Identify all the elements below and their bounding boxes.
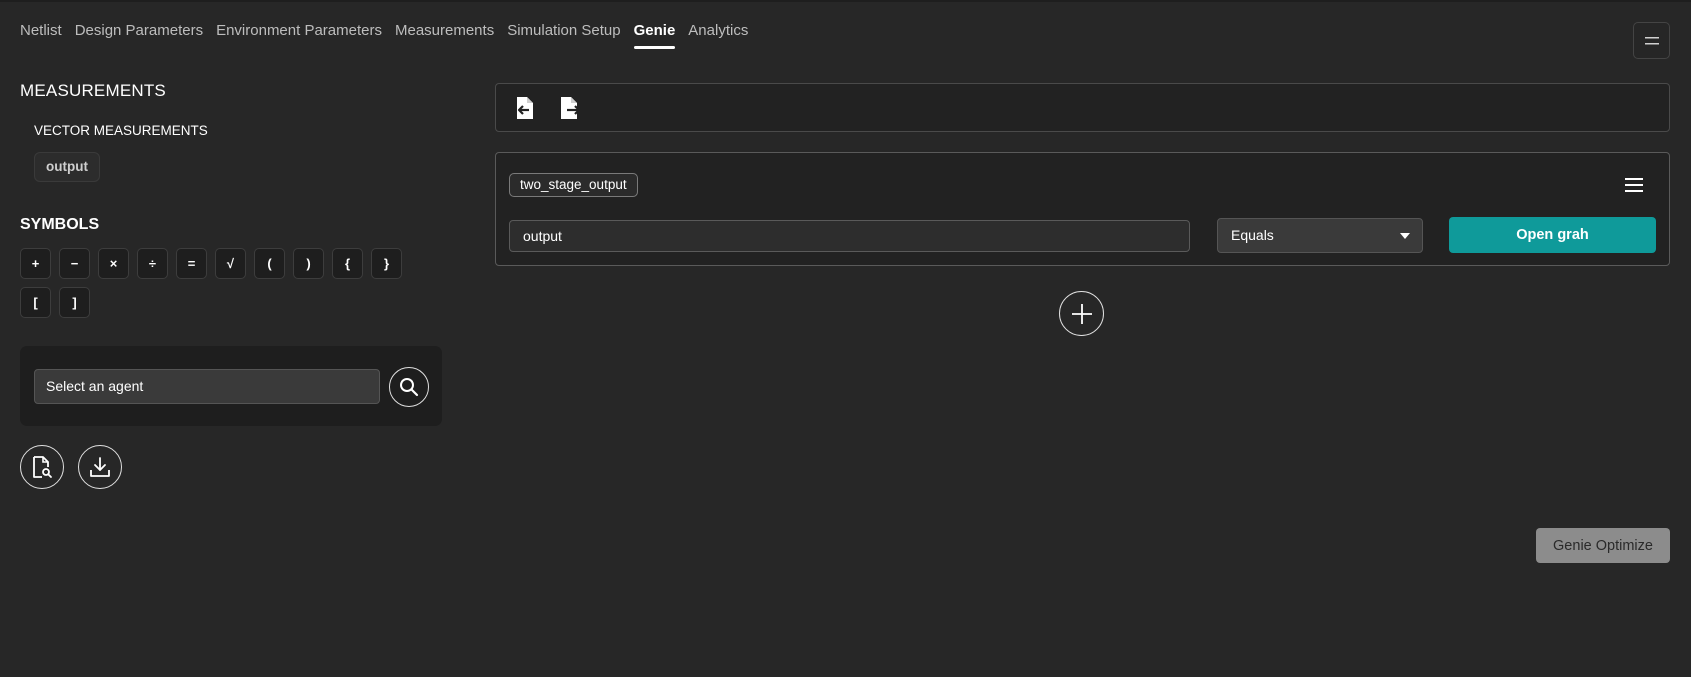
symbol-sqrt-button[interactable]: √: [215, 248, 246, 279]
file-import-icon: [517, 97, 533, 119]
vector-measurement-chip[interactable]: output: [34, 152, 100, 182]
tab-simulation-setup[interactable]: Simulation Setup: [507, 22, 620, 49]
search-icon: [400, 378, 419, 397]
tab-measurements[interactable]: Measurements: [395, 22, 494, 49]
symbol-multiply-button[interactable]: ×: [98, 248, 129, 279]
symbol-close-bracket-button[interactable]: ]: [59, 287, 90, 318]
symbol-open-paren-button[interactable]: (: [254, 248, 285, 279]
symbol-divide-button[interactable]: ÷: [137, 248, 168, 279]
measurements-heading: MEASUREMENTS: [20, 81, 166, 100]
symbol-open-bracket-button[interactable]: [: [20, 287, 51, 318]
symbol-minus-button[interactable]: −: [59, 248, 90, 279]
measurement-card: two_stage_output Equals Open grah: [495, 152, 1670, 266]
genie-optimize-button[interactable]: Genie Optimize: [1536, 528, 1670, 563]
condition-select[interactable]: Equals: [1217, 218, 1423, 253]
vector-measurements-heading: VECTOR MEASUREMENTS: [34, 123, 208, 138]
export-file-button[interactable]: [557, 95, 583, 121]
import-file-button[interactable]: [512, 95, 538, 121]
condition-select-value: Equals: [1231, 227, 1274, 243]
download-button[interactable]: [78, 445, 122, 489]
file-search-button[interactable]: [20, 445, 64, 489]
measurement-name-chip[interactable]: two_stage_output: [509, 173, 638, 197]
main-tabs: Netlist Design Parameters Environment Pa…: [20, 22, 748, 49]
agent-search-button[interactable]: [389, 367, 429, 407]
tab-analytics[interactable]: Analytics: [688, 22, 748, 49]
symbols-heading: SYMBOLS: [20, 216, 100, 233]
file-search-icon: [33, 456, 52, 478]
file-export-icon: [561, 97, 581, 119]
tab-environment-parameters[interactable]: Environment Parameters: [216, 22, 382, 49]
tab-design-parameters[interactable]: Design Parameters: [75, 22, 203, 49]
symbol-close-paren-button[interactable]: ): [293, 248, 324, 279]
symbol-open-brace-button[interactable]: {: [332, 248, 363, 279]
add-measurement-button[interactable]: [1059, 291, 1104, 336]
download-icon: [90, 457, 110, 477]
tab-netlist[interactable]: Netlist: [20, 22, 62, 49]
hamburger-menu-icon: [1625, 178, 1643, 192]
symbol-close-brace-button[interactable]: }: [371, 248, 402, 279]
symbol-plus-button[interactable]: +: [20, 248, 51, 279]
top-border: [0, 0, 1691, 2]
symbols-palette: + − × ÷ = √ ( ) { } [ ]: [20, 248, 440, 318]
agent-select[interactable]: Select an agent: [34, 369, 380, 404]
plus-icon: [1071, 303, 1092, 324]
genie-toolbar: [495, 83, 1670, 132]
card-menu-button[interactable]: [1624, 176, 1646, 196]
symbol-equals-button[interactable]: =: [176, 248, 207, 279]
chevron-down-icon: [1400, 233, 1410, 239]
measurement-expression-input[interactable]: [509, 220, 1190, 252]
panel-toggle-button[interactable]: [1633, 22, 1670, 59]
agent-panel: Select an agent: [20, 346, 442, 426]
open-graph-button[interactable]: Open grah: [1449, 217, 1656, 253]
tab-genie[interactable]: Genie: [633, 22, 675, 49]
equals-menu-icon: [1644, 36, 1659, 44]
